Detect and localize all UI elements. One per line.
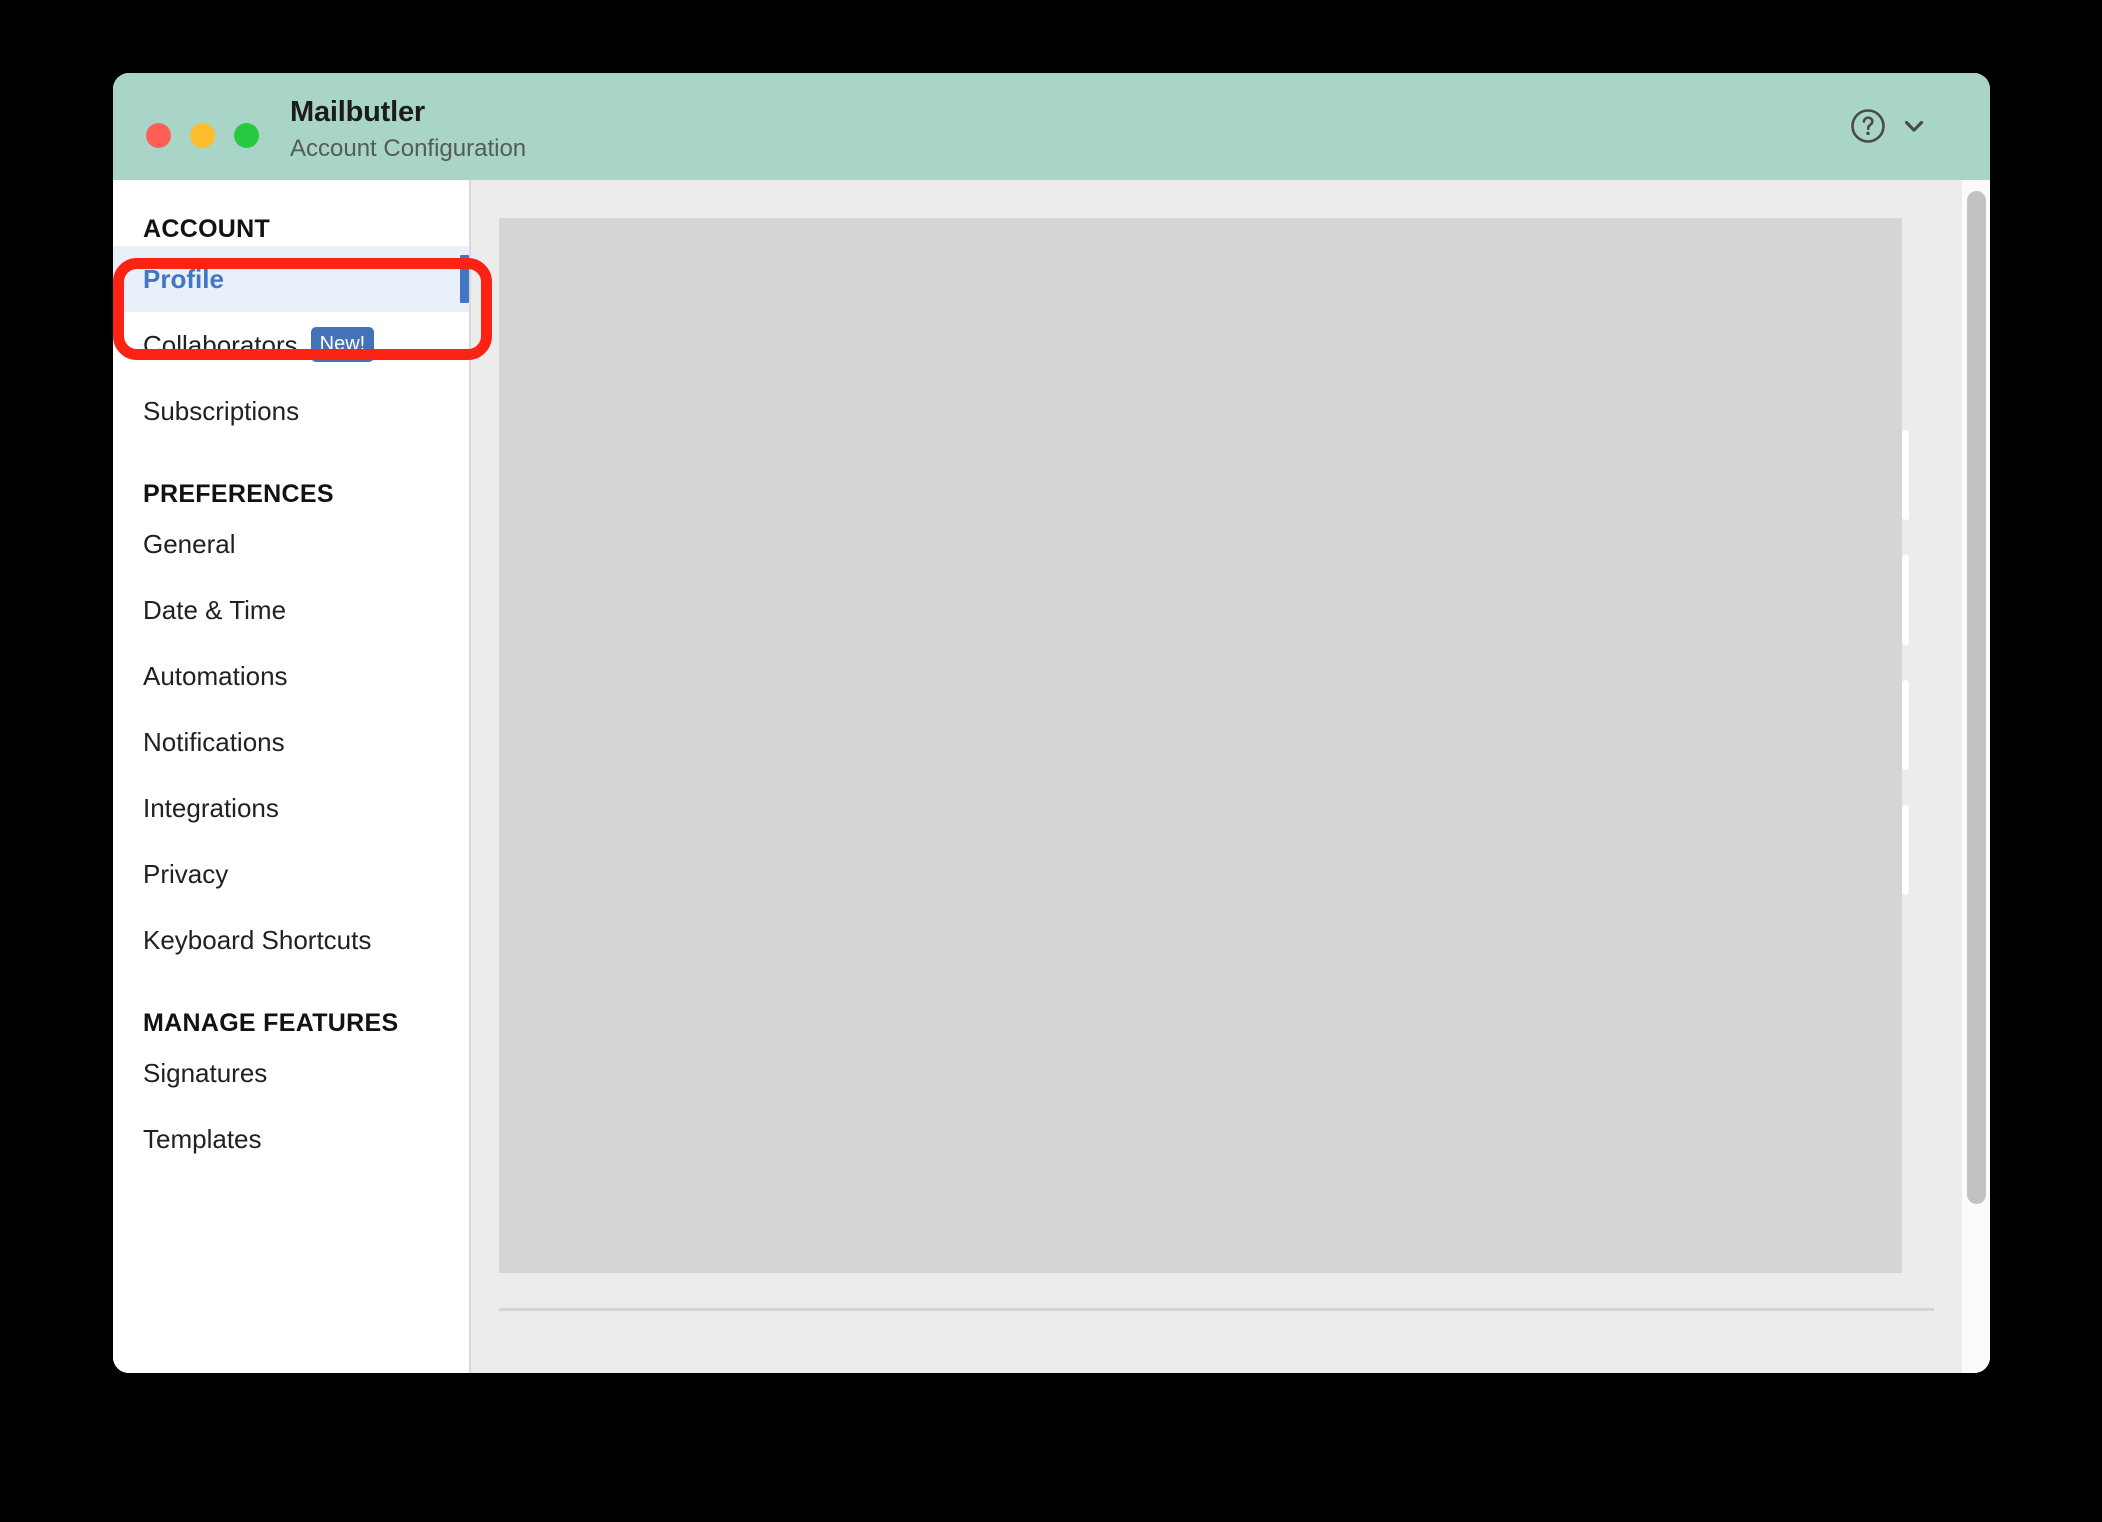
- panel-edge-tab: [1902, 805, 1909, 895]
- sidebar-item-privacy[interactable]: Privacy: [113, 841, 469, 907]
- sidebar-item-label: Privacy: [143, 859, 229, 889]
- panel-edge-tab: [1902, 680, 1909, 770]
- scrollbar-thumb[interactable]: [1967, 191, 1986, 1204]
- sidebar-item-label: Profile: [143, 264, 224, 294]
- sidebar-item-subscriptions[interactable]: Subscriptions: [113, 378, 469, 444]
- content-divider: [499, 1308, 1934, 1311]
- vertical-scrollbar[interactable]: [1962, 180, 1990, 1373]
- sidebar-item-signatures[interactable]: Signatures: [113, 1040, 469, 1106]
- title-block: Mailbutler Account Configuration: [290, 93, 526, 166]
- content-area: [471, 180, 1990, 1373]
- sidebar-item-keyboard-shortcuts[interactable]: Keyboard Shortcuts: [113, 907, 469, 973]
- sidebar-section-gap: [113, 973, 469, 1006]
- page-title: Mailbutler: [290, 96, 425, 128]
- window-controls: [146, 123, 259, 148]
- sidebar-item-label: Templates: [143, 1124, 262, 1154]
- titlebar-actions: [1849, 107, 1927, 145]
- sidebar-item-integrations[interactable]: Integrations: [113, 775, 469, 841]
- sidebar-item-label: Date & Time: [143, 595, 287, 625]
- sidebar-item-automations[interactable]: Automations: [113, 643, 469, 709]
- content-scroll-region: [471, 180, 1962, 1373]
- new-badge: New!: [310, 326, 375, 362]
- sidebar-section-title: ACCOUNT: [143, 215, 271, 243]
- sidebar-item-notifications[interactable]: Notifications: [113, 709, 469, 775]
- sidebar-item-collaborators[interactable]: Collaborators New!: [113, 312, 469, 378]
- sidebar-section-gap: [113, 444, 469, 477]
- sidebar-item-label: Integrations: [143, 793, 279, 823]
- sidebar-item-label: Subscriptions: [143, 396, 300, 426]
- panel-edge-tab: [1902, 555, 1909, 645]
- title-bar: Mailbutler Account Configuration: [113, 73, 1990, 180]
- panel-edge-tab: [1902, 430, 1909, 520]
- application-window: Mailbutler Account Configuration ACCOUNT…: [113, 73, 1990, 1373]
- active-item-indicator: [460, 255, 469, 303]
- sidebar-section-title: PREFERENCES: [143, 480, 334, 508]
- minimize-window-button[interactable]: [190, 123, 215, 148]
- close-window-button[interactable]: [146, 123, 171, 148]
- sidebar-navigation: ACCOUNT Profile Collaborators New! Subscript…: [113, 180, 471, 1373]
- maximize-window-button[interactable]: [234, 123, 259, 148]
- window-body: ACCOUNT Profile Collaborators New! Subscript…: [113, 180, 1990, 1373]
- chevron-down-icon[interactable]: [1901, 113, 1927, 139]
- sidebar-section-title: MANAGE FEATURES: [143, 1009, 399, 1037]
- sidebar-item-label: Notifications: [143, 727, 285, 757]
- page-subtitle: Account Configuration: [290, 135, 527, 162]
- sidebar-item-label: Signatures: [143, 1058, 268, 1088]
- sidebar-item-profile[interactable]: Profile: [113, 246, 469, 312]
- sidebar-item-label: Automations: [143, 661, 288, 691]
- sidebar-item-label: Keyboard Shortcuts: [143, 925, 372, 955]
- sidebar-item-templates[interactable]: Templates: [113, 1106, 469, 1172]
- sidebar-item-label: Collaborators: [143, 330, 298, 360]
- content-placeholder-panel: [499, 218, 1909, 1273]
- sidebar-item-general[interactable]: General: [113, 511, 469, 577]
- question-circle-icon[interactable]: [1849, 107, 1887, 145]
- sidebar-item-date-time[interactable]: Date & Time: [113, 577, 469, 643]
- sidebar-item-label: General: [143, 529, 236, 559]
